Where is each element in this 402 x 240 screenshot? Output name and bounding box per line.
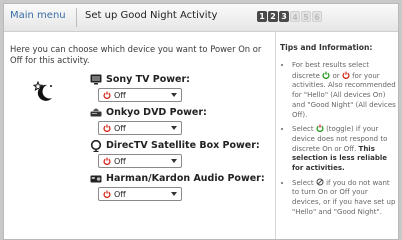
- device-onkyo-dvd: Onkyo DVD Power: Off: [90, 107, 207, 135]
- good-night-moon-icon: [33, 81, 52, 101]
- satellite-dish-icon: [90, 139, 102, 152]
- step-2: 2: [268, 11, 278, 22]
- device-label: DirecTV Satellite Box Power:: [106, 140, 260, 151]
- panel-divider: [275, 31, 276, 239]
- tip-discrete: For best results select discrete or for …: [292, 61, 396, 120]
- step-1: 1: [257, 11, 267, 22]
- power-off-icon: [342, 71, 350, 79]
- step-6: 6: [312, 11, 322, 22]
- select-value: Off: [114, 189, 126, 199]
- chevron-down-icon: [171, 159, 177, 163]
- select-value: Off: [114, 156, 126, 166]
- header-divider: [76, 8, 77, 27]
- power-select-harman-kardon[interactable]: Off: [98, 187, 182, 201]
- audio-receiver-icon: [90, 173, 102, 184]
- intro-text: Here you can choose which device you wan…: [10, 44, 262, 65]
- power-select-directv[interactable]: Off: [98, 154, 182, 168]
- power-icon: [103, 124, 111, 132]
- chevron-down-icon: [171, 93, 177, 97]
- tips-title: Tips and Information:: [280, 43, 373, 52]
- tv-icon: [90, 74, 102, 85]
- device-label: Sony TV Power:: [106, 74, 190, 85]
- power-icon: [103, 91, 111, 99]
- tip-none: Select if you do not want to turn On or …: [292, 178, 396, 218]
- chevron-down-icon: [171, 126, 177, 130]
- activity-setup-window: Main menu Set up Good Night Activity 1 2…: [3, 3, 399, 240]
- select-value: Off: [114, 90, 126, 100]
- step-indicator: 1 2 3 4 5 6: [257, 11, 322, 22]
- power-icon: [103, 190, 111, 198]
- power-icon: [103, 157, 111, 165]
- chevron-down-icon: [171, 192, 177, 196]
- device-label: Onkyo DVD Power:: [106, 107, 207, 118]
- power-on-icon: [322, 71, 330, 79]
- page-title: Set up Good Night Activity: [85, 10, 218, 21]
- power-select-sony-tv[interactable]: Off: [98, 88, 182, 102]
- device-harman-kardon: Harman/Kardon Audio Power: Off: [90, 173, 265, 201]
- power-toggle-icon: [316, 124, 324, 133]
- step-3: 3: [279, 11, 289, 22]
- step-5: 5: [301, 11, 311, 22]
- step-4: 4: [290, 11, 300, 22]
- header-bar: Main menu Set up Good Night Activity 1 2…: [4, 4, 398, 32]
- device-directv: DirecTV Satellite Box Power: Off: [90, 139, 260, 168]
- power-select-onkyo-dvd[interactable]: Off: [98, 121, 182, 135]
- main-menu-link[interactable]: Main menu: [10, 10, 66, 21]
- tip-toggle: Select (toggle) if your device does not …: [292, 124, 396, 174]
- no-action-icon: [316, 178, 324, 186]
- device-label: Harman/Kardon Audio Power:: [106, 173, 265, 184]
- select-value: Off: [114, 123, 126, 133]
- dvd-player-icon: [90, 107, 102, 118]
- tips-panel: Tips and Information: For best results s…: [280, 43, 396, 222]
- device-sony-tv: Sony TV Power: Off: [90, 74, 190, 102]
